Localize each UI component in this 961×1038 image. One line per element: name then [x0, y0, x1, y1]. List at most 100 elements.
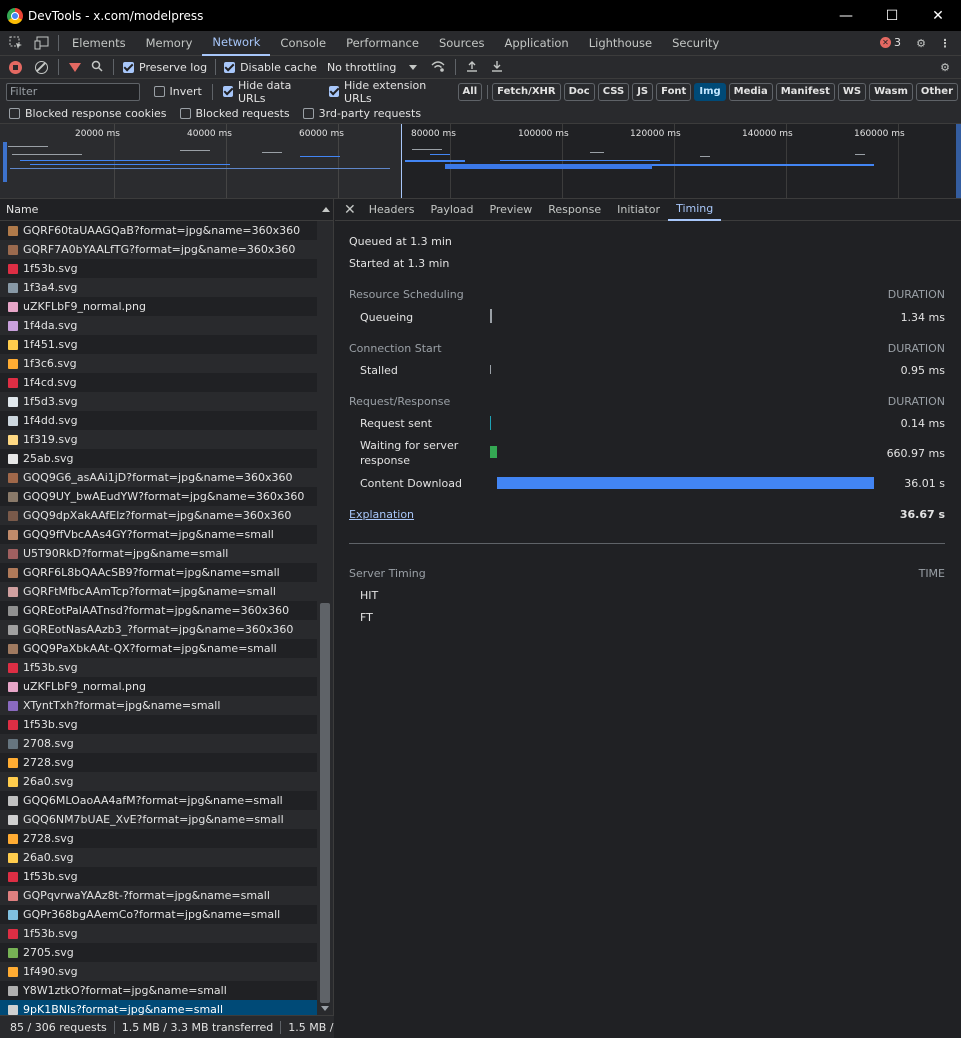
request-row[interactable]: 1f451.svg: [0, 335, 317, 354]
tab-security[interactable]: Security: [662, 31, 729, 56]
scroll-down-icon[interactable]: [321, 1006, 329, 1011]
filter-font[interactable]: Font: [656, 82, 692, 101]
record-stop-icon[interactable]: [9, 60, 22, 74]
preserve-log-checkbox[interactable]: [123, 61, 134, 73]
request-row[interactable]: 2705.svg: [0, 943, 317, 962]
filter-css[interactable]: CSS: [597, 82, 630, 101]
request-row[interactable]: 1f53b.svg: [0, 658, 317, 677]
hide-extension-urls-checkbox[interactable]: [328, 86, 340, 97]
request-row[interactable]: GQQ9PaXbkAAt-QX?format=jpg&name=small: [0, 639, 317, 658]
sort-up-icon[interactable]: [322, 207, 330, 212]
tab-response[interactable]: Response: [540, 199, 609, 221]
request-row[interactable]: GQQ6MLOaoAA4afM?format=jpg&name=small: [0, 791, 317, 810]
tab-memory[interactable]: Memory: [136, 31, 203, 56]
request-row[interactable]: Y8W1ztkO?format=jpg&name=small: [0, 981, 317, 1000]
network-conditions-icon[interactable]: [431, 60, 445, 75]
tab-application[interactable]: Application: [494, 31, 578, 56]
request-row[interactable]: U5T90RkD?format=jpg&name=small: [0, 544, 317, 563]
overview-selection[interactable]: [0, 124, 401, 198]
request-row[interactable]: 1f4dd.svg: [0, 411, 317, 430]
tab-timing[interactable]: Timing: [668, 199, 722, 221]
request-row[interactable]: 26a0.svg: [0, 848, 317, 867]
invert-checkbox[interactable]: [154, 86, 165, 97]
minimize-button[interactable]: —: [823, 0, 869, 31]
filter-other[interactable]: Other: [915, 82, 959, 101]
request-row[interactable]: GQREotNasAAzb3_?format=jpg&name=360x360: [0, 620, 317, 639]
request-row[interactable]: GQRF60taUAAGQaB?format=jpg&name=360x360: [0, 221, 317, 240]
filter-funnel-icon[interactable]: [69, 62, 81, 72]
request-row[interactable]: 1f53b.svg: [0, 924, 317, 943]
hide-data-urls-checkbox[interactable]: [222, 86, 233, 97]
filter-img[interactable]: Img: [694, 82, 726, 101]
network-settings-gear-icon[interactable]: ⚙: [937, 59, 953, 75]
request-row[interactable]: XTyntTxh?format=jpg&name=small: [0, 696, 317, 715]
filter-ws[interactable]: WS: [837, 82, 867, 101]
throttling-select[interactable]: No throttling: [327, 61, 396, 74]
request-row[interactable]: 1f490.svg: [0, 962, 317, 981]
tab-sources[interactable]: Sources: [429, 31, 495, 56]
request-row[interactable]: uZKFLbF9_normal.png: [0, 297, 317, 316]
tab-lighthouse[interactable]: Lighthouse: [579, 31, 662, 56]
filter-wasm[interactable]: Wasm: [869, 82, 913, 101]
close-detail-icon[interactable]: ✕: [344, 202, 356, 218]
tab-initiator[interactable]: Initiator: [609, 199, 668, 221]
tab-preview[interactable]: Preview: [481, 199, 540, 221]
request-row[interactable]: GQQ9UY_bwAEudYW?format=jpg&name=360x360: [0, 487, 317, 506]
request-row[interactable]: GQRF6L8bQAAcSB9?format=jpg&name=small: [0, 563, 317, 582]
search-icon[interactable]: [91, 60, 103, 75]
tab-performance[interactable]: Performance: [336, 31, 429, 56]
network-overview[interactable]: 20000 ms 40000 ms 60000 ms 80000 ms 1000…: [0, 124, 961, 199]
request-row[interactable]: GQQ9G6_asAAi1jD?format=jpg&name=360x360: [0, 468, 317, 487]
filter-all[interactable]: All: [457, 82, 483, 101]
overview-right-handle[interactable]: [956, 124, 961, 198]
third-party-checkbox[interactable]: [302, 108, 314, 119]
close-window-button[interactable]: ✕: [915, 0, 961, 31]
request-row[interactable]: 1f53b.svg: [0, 715, 317, 734]
blocked-cookies-checkbox[interactable]: [9, 108, 20, 119]
tab-console[interactable]: Console: [270, 31, 336, 56]
filter-fetch-xhr[interactable]: Fetch/XHR: [492, 82, 561, 101]
settings-gear-icon[interactable]: ⚙: [913, 35, 929, 51]
chevron-down-icon[interactable]: [409, 64, 418, 70]
request-row[interactable]: 1f4cd.svg: [0, 373, 317, 392]
export-har-icon[interactable]: [491, 60, 503, 75]
error-badge[interactable]: ✕ 3: [880, 36, 901, 49]
request-row[interactable]: 2708.svg: [0, 734, 317, 753]
tab-payload[interactable]: Payload: [423, 199, 482, 221]
request-row[interactable]: 1f5d3.svg: [0, 392, 317, 411]
inspect-element-icon[interactable]: [8, 35, 24, 51]
blocked-requests-checkbox[interactable]: [179, 108, 191, 119]
request-row[interactable]: GQPr368bgAAemCo?format=jpg&name=small: [0, 905, 317, 924]
disable-cache-checkbox[interactable]: [224, 61, 236, 73]
tab-network[interactable]: Network: [202, 31, 271, 56]
filter-js[interactable]: JS: [632, 82, 654, 101]
request-row[interactable]: 1f53b.svg: [0, 259, 317, 278]
request-row[interactable]: GQRFtMfbcAAmTcp?format=jpg&name=small: [0, 582, 317, 601]
tab-headers[interactable]: Headers: [361, 199, 423, 221]
device-toolbar-icon[interactable]: [34, 35, 50, 51]
scrollbar-thumb[interactable]: [320, 603, 330, 1003]
request-row[interactable]: GQPqvrwaYAAz8t-?format=jpg&name=small: [0, 886, 317, 905]
filter-manifest[interactable]: Manifest: [775, 82, 835, 101]
request-row[interactable]: GQREotPaIAATnsd?format=jpg&name=360x360: [0, 601, 317, 620]
request-row[interactable]: 1f319.svg: [0, 430, 317, 449]
filter-input[interactable]: Filter: [6, 82, 141, 101]
request-row[interactable]: 1f4da.svg: [0, 316, 317, 335]
filter-media[interactable]: Media: [728, 82, 773, 101]
name-column-header[interactable]: Name: [0, 199, 333, 221]
filter-doc[interactable]: Doc: [563, 82, 595, 101]
request-row[interactable]: GQQ9ffVbcAAs4GY?format=jpg&name=small: [0, 525, 317, 544]
explanation-link[interactable]: Explanation: [349, 508, 414, 521]
request-row[interactable]: 1f3c6.svg: [0, 354, 317, 373]
import-har-icon[interactable]: [466, 60, 478, 75]
request-row[interactable]: 25ab.svg: [0, 449, 317, 468]
more-options-icon[interactable]: ⋮: [937, 35, 953, 51]
request-row[interactable]: GQQ9dpXakAAfElz?format=jpg&name=360x360: [0, 506, 317, 525]
request-row[interactable]: GQQ6NM7bUAE_XvE?format=jpg&name=small: [0, 810, 317, 829]
request-row[interactable]: 2728.svg: [0, 753, 317, 772]
request-row[interactable]: GQRF7A0bYAALfTG?format=jpg&name=360x360: [0, 240, 317, 259]
list-scrollbar[interactable]: [317, 221, 333, 1015]
request-row[interactable]: 2728.svg: [0, 829, 317, 848]
request-row[interactable]: 1f53b.svg: [0, 867, 317, 886]
clear-icon[interactable]: [35, 60, 48, 74]
